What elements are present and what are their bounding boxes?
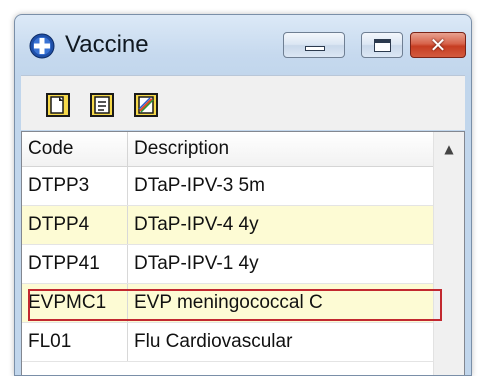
cell-code: DTPP3 [22,167,128,205]
cell-code: DTPP41 [22,245,128,283]
vaccine-grid: Code Description DTPP3 DTaP-IPV-3 5m DTP… [21,131,465,375]
cell-code: EVPMC1 [22,284,128,322]
report-icon [133,92,159,118]
close-button[interactable]: ✕ [410,32,466,58]
edit-record-button[interactable] [89,92,115,118]
cell-description: DTaP-IPV-3 5m [134,175,265,196]
new-record-button[interactable] [45,92,71,118]
minimize-icon [305,46,325,51]
edit-record-icon [89,92,115,118]
cell-description: EVP meningococcal C [134,292,323,313]
vaccine-window: Vaccine ✕ Code Description DTPP3 DTaP-IP… [14,14,472,376]
report-button[interactable] [133,92,159,118]
cell-description: Flu Cardiovascular [134,331,293,352]
cell-description: DTaP-IPV-4 4y [134,214,259,235]
grid-header: Code Description [22,132,464,167]
cell-code: FL01 [22,323,128,361]
table-row[interactable]: DTPP3 DTaP-IPV-3 5m [22,167,434,206]
window-title: Vaccine [65,31,149,58]
table-row[interactable]: DTPP41 DTaP-IPV-1 4y [22,245,434,284]
vertical-scrollbar[interactable]: ▲ [433,132,464,375]
table-row[interactable]: FL01 Flu Cardiovascular [22,323,434,362]
table-row[interactable]: DTPP4 DTaP-IPV-4 4y [22,206,434,245]
title-bar[interactable]: Vaccine ✕ [15,15,471,75]
cell-code: DTPP4 [22,206,128,244]
column-header-description[interactable]: Description [128,132,428,166]
cell-description: DTaP-IPV-1 4y [134,253,259,274]
table-row[interactable]: EVPMC1 EVP meningococcal C [22,284,434,323]
toolbar [21,75,465,130]
maximize-button[interactable] [361,32,403,58]
app-plus-icon [29,33,55,59]
close-icon: ✕ [429,33,447,57]
column-header-code[interactable]: Code [22,132,128,166]
minimize-button[interactable] [283,32,345,58]
scroll-up-icon[interactable]: ▲ [434,132,464,166]
maximize-icon [374,39,391,52]
new-record-icon [45,92,71,118]
